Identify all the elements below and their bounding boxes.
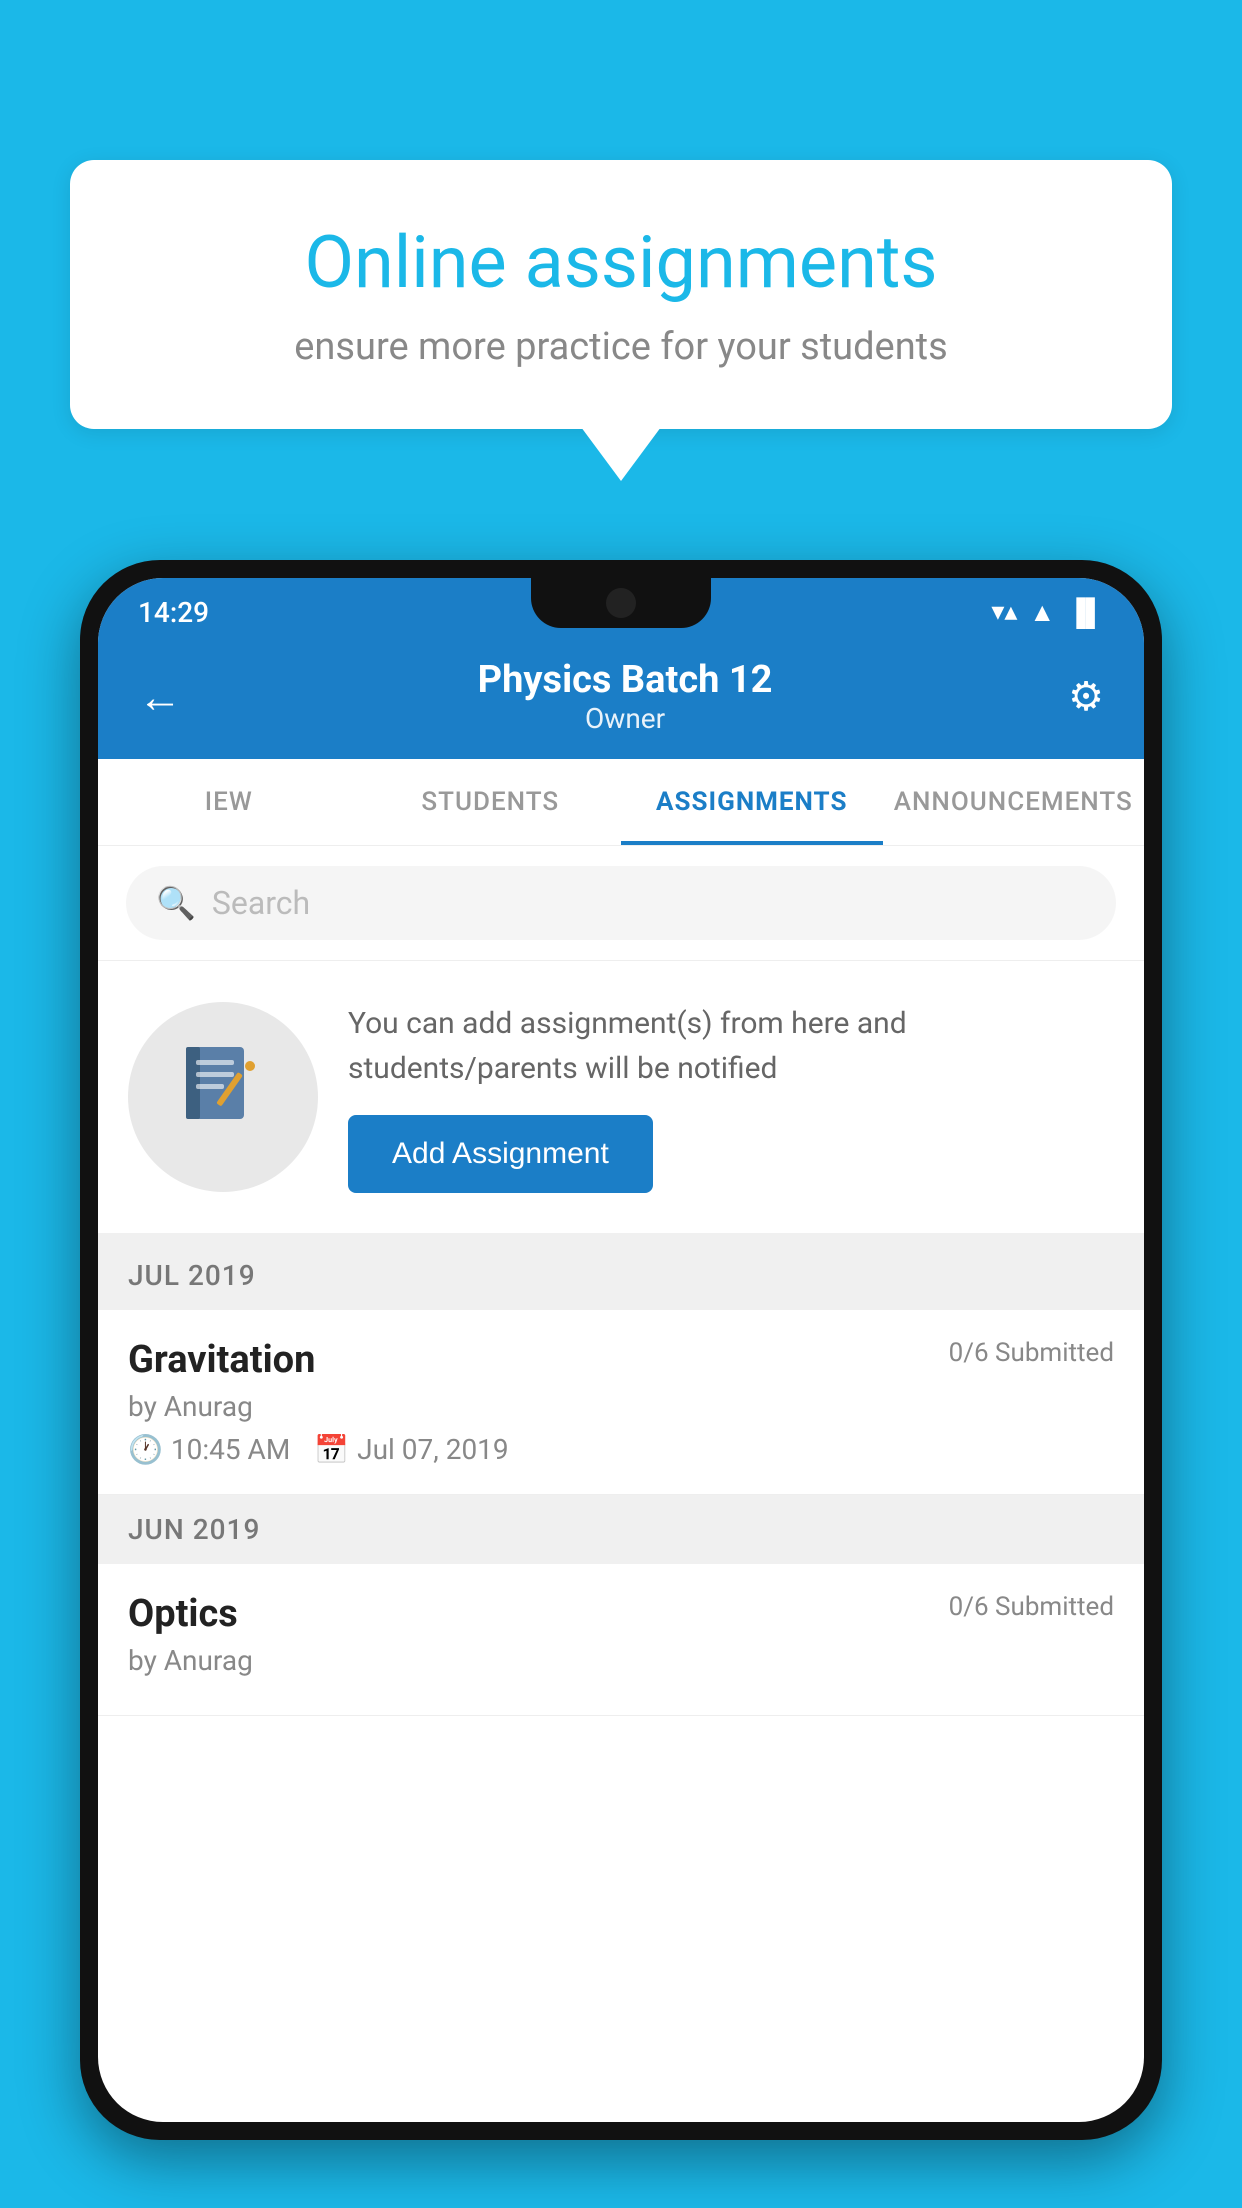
assignment-row-top: Gravitation 0/6 Submitted — [128, 1338, 1114, 1382]
tab-iew[interactable]: IEW — [98, 759, 360, 845]
header-title-group: Physics Batch 12 Owner — [478, 658, 773, 735]
search-icon: 🔍 — [156, 884, 196, 922]
tabs-container: IEW STUDENTS ASSIGNMENTS ANNOUNCEMENTS — [98, 759, 1144, 846]
phone-camera — [606, 588, 636, 618]
search-input-wrapper[interactable]: 🔍 Search — [126, 866, 1116, 940]
phone-screen: 14:29 ▾▴ ▲ ▐▌ ← Physics Batch 12 Owner ⚙ — [98, 578, 1144, 2122]
assignment-by-optics: by Anurag — [128, 1644, 1114, 1677]
promo-content: You can add assignment(s) from here and … — [348, 1001, 1114, 1193]
add-assignment-button[interactable]: Add Assignment — [348, 1115, 653, 1193]
speech-bubble-container: Online assignments ensure more practice … — [70, 160, 1172, 429]
promo-area: You can add assignment(s) from here and … — [98, 961, 1144, 1241]
tab-students[interactable]: STUDENTS — [360, 759, 622, 845]
assignment-item-gravitation[interactable]: Gravitation 0/6 Submitted by Anurag 🕐 10… — [98, 1310, 1144, 1495]
status-time: 14:29 — [138, 596, 209, 629]
section-header-jul: JUL 2019 — [98, 1241, 1144, 1310]
speech-bubble-title: Online assignments — [140, 220, 1102, 305]
phone-device: 14:29 ▾▴ ▲ ▐▌ ← Physics Batch 12 Owner ⚙ — [80, 560, 1162, 2208]
phone-body: 14:29 ▾▴ ▲ ▐▌ ← Physics Batch 12 Owner ⚙ — [80, 560, 1162, 2140]
header-title: Physics Batch 12 — [478, 658, 773, 702]
search-container: 🔍 Search — [98, 846, 1144, 961]
assignment-submitted-optics: 0/6 Submitted — [949, 1592, 1114, 1622]
assignment-title-gravitation: Gravitation — [128, 1338, 315, 1382]
assignment-item-optics[interactable]: Optics 0/6 Submitted by Anurag — [98, 1564, 1144, 1716]
status-icons: ▾▴ ▲ ▐▌ — [991, 597, 1104, 628]
assignment-date-gravitation: Jul 07, 2019 — [357, 1433, 509, 1466]
calendar-icon: 📅 — [314, 1433, 349, 1466]
assignment-by-gravitation: by Anurag — [128, 1390, 1114, 1423]
battery-icon: ▐▌ — [1067, 597, 1104, 628]
section-header-jun: JUN 2019 — [98, 1495, 1144, 1564]
promo-text: You can add assignment(s) from here and … — [348, 1001, 1114, 1091]
notebook-icon — [178, 1042, 268, 1152]
settings-icon[interactable]: ⚙ — [1068, 673, 1104, 720]
phone-notch — [531, 578, 711, 628]
assignment-title-optics: Optics — [128, 1592, 238, 1636]
assignment-row-top-optics: Optics 0/6 Submitted — [128, 1592, 1114, 1636]
meta-time-gravitation: 🕐 10:45 AM — [128, 1433, 290, 1466]
tab-assignments[interactable]: ASSIGNMENTS — [621, 759, 883, 845]
assignment-meta-gravitation: 🕐 10:45 AM 📅 Jul 07, 2019 — [128, 1433, 1114, 1466]
wifi-icon: ▾▴ — [991, 597, 1017, 627]
clock-icon: 🕐 — [128, 1433, 163, 1466]
speech-bubble: Online assignments ensure more practice … — [70, 160, 1172, 429]
meta-date-gravitation: 📅 Jul 07, 2019 — [314, 1433, 508, 1466]
promo-icon-circle — [128, 1002, 318, 1192]
assignment-time-gravitation: 10:45 AM — [171, 1433, 290, 1466]
assignment-submitted-gravitation: 0/6 Submitted — [949, 1338, 1114, 1368]
speech-bubble-subtitle: ensure more practice for your students — [140, 325, 1102, 369]
signal-icon: ▲ — [1029, 597, 1055, 628]
header-subtitle: Owner — [478, 702, 773, 735]
search-placeholder: Search — [212, 884, 310, 922]
back-button[interactable]: ← — [138, 671, 182, 723]
app-header: ← Physics Batch 12 Owner ⚙ — [98, 638, 1144, 759]
tab-announcements[interactable]: ANNOUNCEMENTS — [883, 759, 1145, 845]
